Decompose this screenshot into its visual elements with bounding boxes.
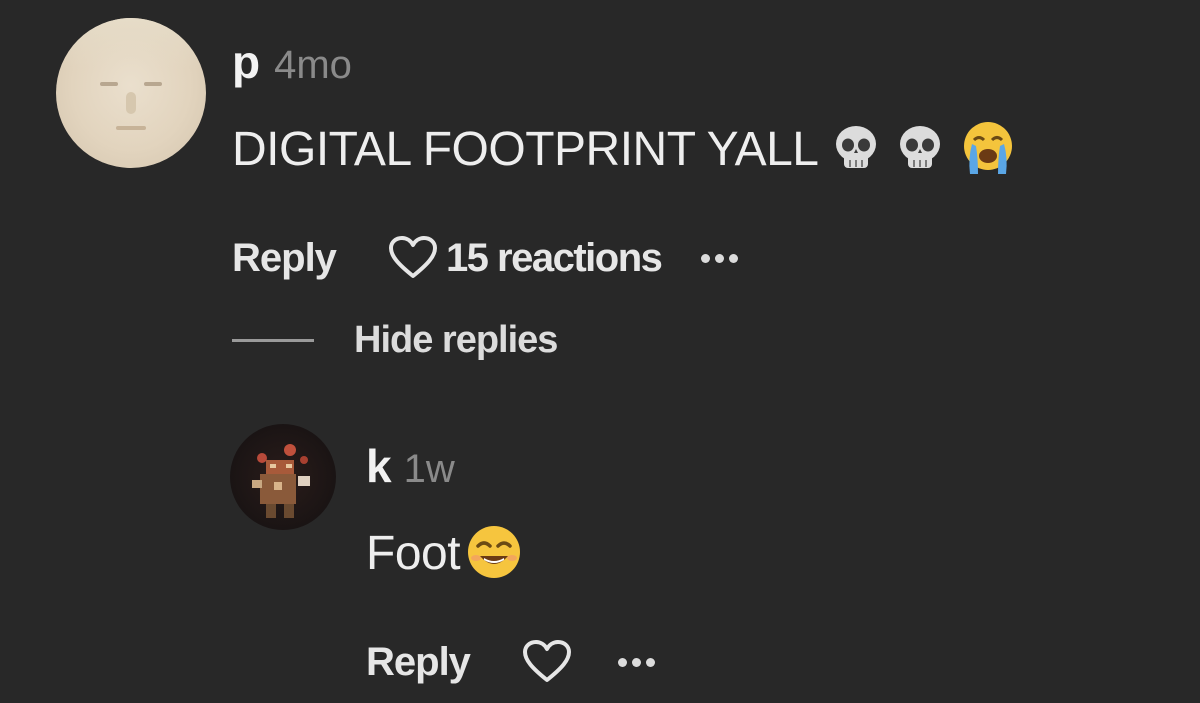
divider [232, 338, 314, 342]
reaction-count[interactable]: 15 reactions [446, 236, 663, 281]
comment-body: DIGITAL FOOTPRINT YALL [232, 118, 1018, 182]
reply-body: Foot [366, 522, 526, 586]
comment-meta: p 4mo [232, 34, 352, 90]
timestamp: 4mo [274, 43, 352, 87]
more-options-button[interactable] [617, 652, 655, 673]
avatar[interactable] [230, 424, 336, 530]
heart-outline-icon [388, 236, 437, 278]
timestamp: 1w [403, 447, 455, 491]
username[interactable]: p [232, 34, 260, 90]
avatar[interactable] [56, 18, 206, 168]
skull-emoji-icon [830, 122, 882, 179]
comment-text: DIGITAL FOOTPRINT YALL [232, 123, 819, 176]
reply-actions: Reply [366, 634, 655, 690]
like-button[interactable] [522, 640, 572, 684]
like-button[interactable]: 15 reactions [388, 236, 663, 281]
smiling-face-icon [462, 520, 526, 589]
hide-replies-label: Hide replies [354, 318, 558, 361]
loudly-crying-face-icon [958, 118, 1018, 183]
reply-button[interactable]: Reply [366, 640, 471, 685]
skull-emoji-icon [894, 122, 946, 179]
comments-thread: p 4mo DIGITAL FOOTPRINT YALL Reply 15 re… [0, 0, 1200, 703]
reply-meta: k 1w [366, 438, 455, 494]
hide-replies-button[interactable]: Hide replies [232, 314, 558, 366]
comment-actions: Reply 15 reactions [232, 230, 739, 286]
heart-outline-icon [522, 640, 571, 682]
reply-text: Foot [366, 527, 461, 580]
reply-button[interactable]: Reply [232, 236, 337, 281]
more-options-button[interactable] [701, 248, 739, 269]
username[interactable]: k [366, 438, 392, 494]
